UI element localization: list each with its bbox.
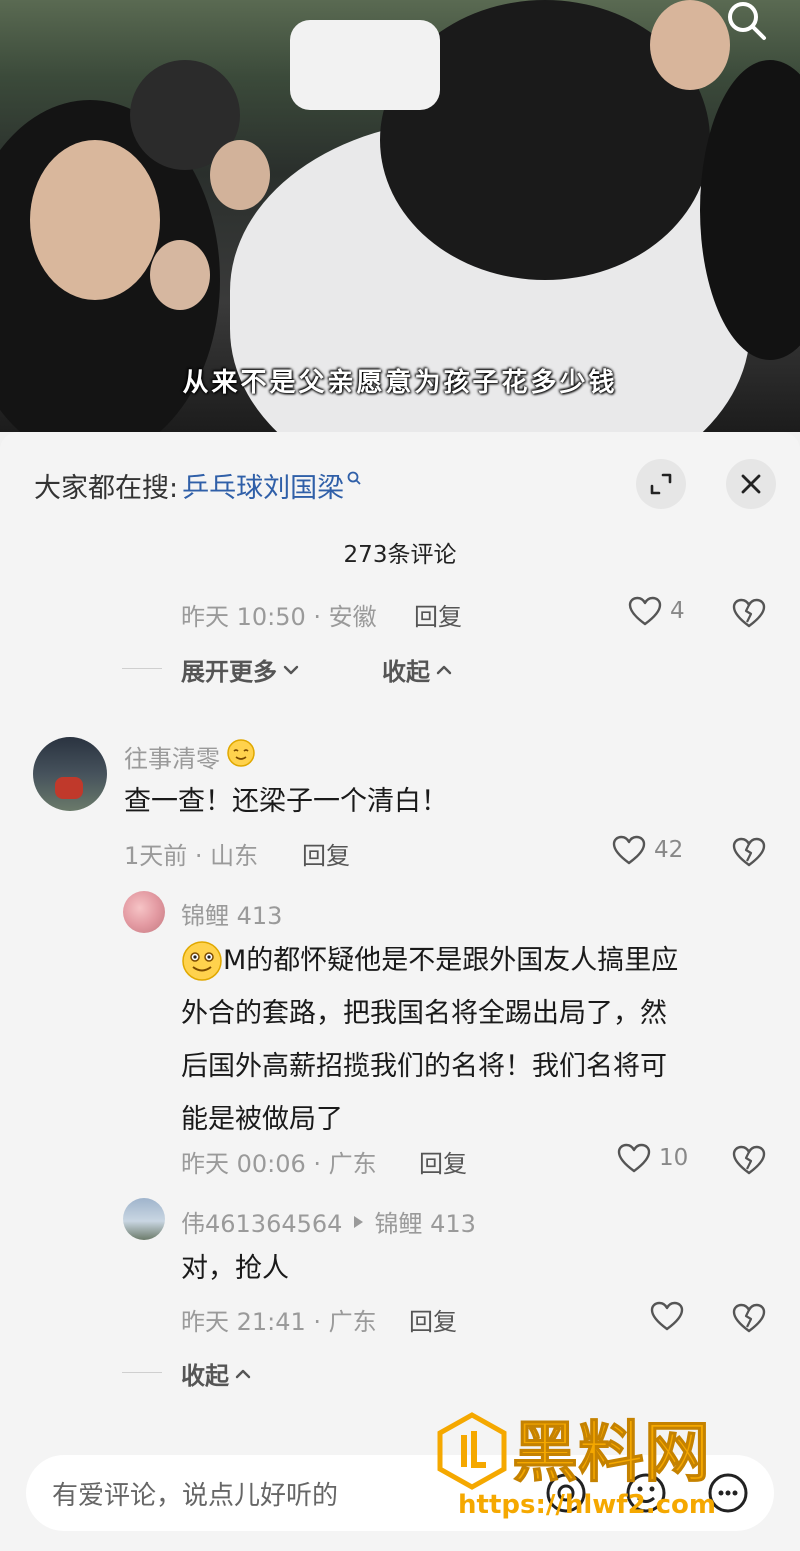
close-button[interactable] xyxy=(726,459,776,509)
reply-to-username: 锦鲤 413 xyxy=(374,1210,476,1238)
collapse-button[interactable]: 收起 xyxy=(181,1356,251,1391)
reply-button[interactable]: 回复 xyxy=(414,597,462,632)
collapse-label: 收起 xyxy=(181,1362,229,1390)
emoji-icon xyxy=(226,738,256,774)
video-player[interactable]: 从来不是父亲愿意为孩子花多少钱 xyxy=(0,0,800,432)
expand-more-label: 展开更多 xyxy=(181,658,277,686)
broken-heart-icon xyxy=(732,1145,766,1175)
comment-username[interactable]: 往事清零 xyxy=(124,738,256,774)
cap-shape xyxy=(290,20,440,110)
comment-text: 查一查！还梁子一个清白！ xyxy=(124,786,448,817)
video-subtitle: 从来不是父亲愿意为孩子花多少钱 xyxy=(182,368,618,398)
dislike-button[interactable] xyxy=(732,1145,766,1179)
hot-search-keyword[interactable]: 乒乓球刘国梁 xyxy=(182,466,344,505)
close-icon xyxy=(741,474,761,494)
dislike-button[interactable] xyxy=(732,598,766,632)
logo-mark-icon xyxy=(437,1412,507,1490)
watermark: 黑料网 https://hlwf2.com xyxy=(436,1405,776,1525)
expand-more-button[interactable]: 展开更多 xyxy=(181,652,299,687)
reply-text: M的都怀疑他是不是跟外国友人搞里应 外合的套路，把我国名将全踢出局了，然 后国外… xyxy=(181,934,678,1146)
like-button[interactable]: 42 xyxy=(612,835,683,865)
reply-meta: 昨天 10:50 · 安徽 xyxy=(181,603,377,631)
broken-heart-icon xyxy=(732,1303,766,1333)
heart-icon xyxy=(612,835,646,865)
username-text: 伟461364564 xyxy=(181,1210,343,1238)
divider xyxy=(122,668,162,669)
watermark-url: https://hlwf2.com xyxy=(458,1490,716,1520)
hot-search-bar[interactable]: 大家都在搜: 乒乓球刘国梁 xyxy=(34,466,361,505)
spectator-face-shape xyxy=(650,0,730,90)
search-icon[interactable] xyxy=(724,0,770,46)
reply-text: 对，抢人 xyxy=(181,1253,289,1284)
hot-search-label: 大家都在搜: xyxy=(34,473,179,504)
like-button[interactable] xyxy=(650,1301,692,1331)
like-count: 10 xyxy=(659,1145,689,1171)
like-button[interactable]: 4 xyxy=(628,596,685,626)
comment-sheet: 大家都在搜: 乒乓球刘国梁 273条评论 昨天 10:50 · 安徽 回复 4 … xyxy=(0,432,800,1551)
avatar[interactable] xyxy=(123,891,165,933)
child-face-shape xyxy=(210,140,270,210)
avatar[interactable] xyxy=(33,737,107,811)
reply-text-line: 能是被做局了 xyxy=(181,1104,343,1135)
reply-username[interactable]: 锦鲤 413 xyxy=(181,896,282,931)
heart-icon xyxy=(650,1301,684,1331)
reply-text-line: 外合的套路，把我国名将全踢出局了，然 xyxy=(181,998,667,1029)
avatar[interactable] xyxy=(123,1198,165,1240)
chevron-down-icon xyxy=(283,665,299,674)
broken-heart-icon xyxy=(732,598,766,628)
username-text: 往事清零 xyxy=(124,744,220,773)
reply-button[interactable]: 回复 xyxy=(302,836,350,871)
watermark-logo: 黑料网 https://hlwf2.com xyxy=(437,1412,716,1520)
broken-heart-icon xyxy=(732,837,766,867)
like-count: 42 xyxy=(654,837,684,863)
reply-button[interactable]: 回复 xyxy=(409,1302,457,1337)
divider xyxy=(122,1372,162,1373)
like-button[interactable]: 10 xyxy=(617,1143,688,1173)
child-face-shape xyxy=(150,240,210,310)
small-search-icon xyxy=(347,470,361,489)
face-shape xyxy=(30,140,160,300)
expand-button[interactable] xyxy=(636,459,686,509)
dislike-button[interactable] xyxy=(732,837,766,871)
reply-username[interactable]: 伟461364564 锦鲤 413 xyxy=(181,1204,476,1239)
emoji-icon xyxy=(182,940,222,981)
comment-meta: 1天前 · 山东 xyxy=(124,842,259,870)
heart-icon xyxy=(628,596,662,626)
reply-text-line: 后国外高薪招揽我们的名将！我们名将可 xyxy=(181,1051,667,1082)
comment-count: 273条评论 xyxy=(343,542,457,568)
reply-arrow-icon xyxy=(354,1215,364,1228)
chevron-up-icon xyxy=(436,665,452,674)
expand-icon xyxy=(650,473,672,495)
chevron-up-icon xyxy=(235,1369,251,1378)
reply-button[interactable]: 回复 xyxy=(419,1144,467,1179)
dislike-button[interactable] xyxy=(732,1303,766,1337)
heart-icon xyxy=(617,1143,651,1173)
comment-input-placeholder[interactable]: 有爱评论，说点儿好听的 xyxy=(52,1475,338,1512)
like-count: 4 xyxy=(670,598,685,624)
collapse-button[interactable]: 收起 xyxy=(382,652,452,687)
collapse-label: 收起 xyxy=(382,658,430,686)
watermark-brand: 黑料网 xyxy=(512,1414,710,1491)
reply-meta: 昨天 00:06 · 广东 xyxy=(181,1150,377,1178)
reply-text-line: M的都怀疑他是不是跟外国友人搞里应 xyxy=(223,945,679,976)
reply-meta: 昨天 21:41 · 广东 xyxy=(181,1308,377,1336)
